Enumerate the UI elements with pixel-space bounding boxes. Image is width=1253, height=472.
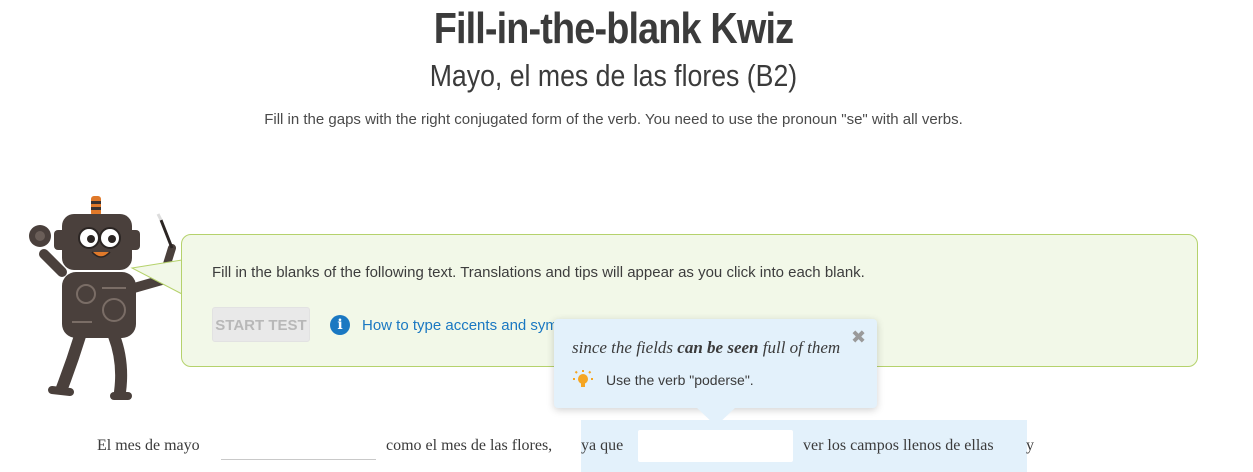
tip-text: Use the verb "poderse". [606,372,754,388]
text-segment: ya que [581,437,624,454]
text-segment: y [1026,437,1034,454]
bubble-tail [130,259,184,295]
accents-help-label: How to type accents and symbols [362,316,586,334]
page-title: Fill-in-the-blank Kwiz [433,4,794,53]
page-subtitle: Mayo, el mes de las flores (B2) [429,58,798,93]
intro-text: Fill in the blanks of the following text… [212,264,865,281]
info-icon: i [330,315,350,335]
text-segment: ver los campos llenos de ellas [803,437,994,454]
exercise-text: El mes de mayo como el mes de las flores… [0,420,1253,472]
accents-help-link[interactable]: i How to type accents and symbols [330,315,585,335]
translation-part: full of them [762,338,841,357]
quiz-page: Fill-in-the-blank Kwiz Mayo, el mes de l… [0,0,1253,472]
lightbulb-icon [573,370,593,387]
text-segment: como el mes de las flores, [386,437,553,454]
translation-tooltip: since the fields can be seen full of the… [554,319,877,408]
page-instructions: Fill in the gaps with the right conjugat… [264,111,963,128]
text-segment: El mes de mayo [97,437,200,454]
translation-part: since the fields [572,338,674,357]
start-test-button[interactable]: START TEST [212,307,310,342]
tooltip-translation: since the fields can be seen full of the… [572,338,840,358]
translation-highlight: can be seen [677,338,759,357]
tooltip-tip: Use the verb "poderse". [572,369,754,391]
close-icon[interactable]: ✖ [851,328,866,346]
blank-input-2[interactable] [638,430,793,462]
blank-input-1[interactable] [221,430,376,460]
